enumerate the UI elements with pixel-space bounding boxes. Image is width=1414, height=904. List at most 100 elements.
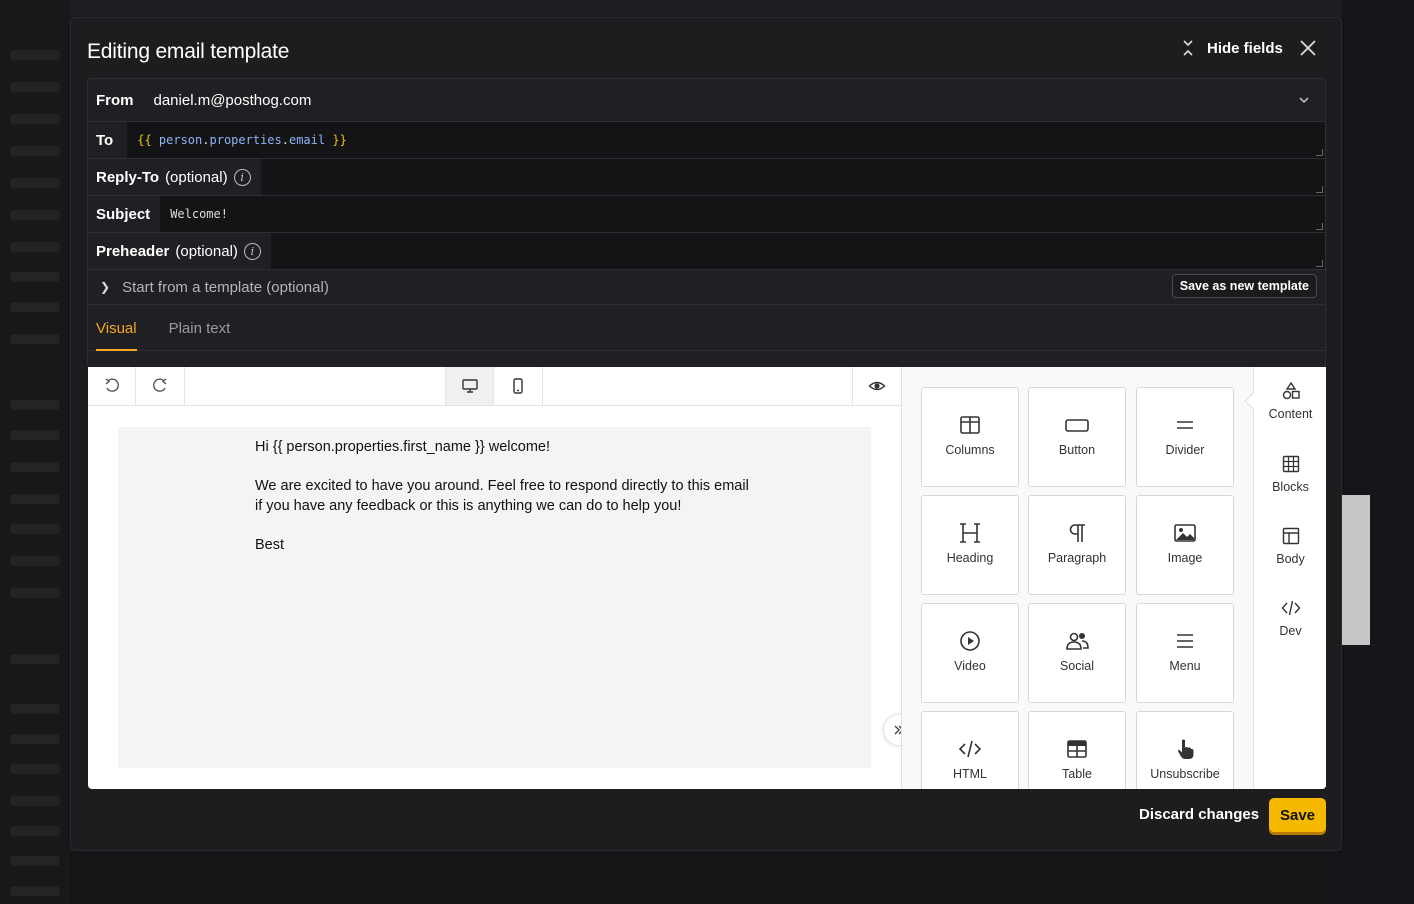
template-brace: {{: [137, 133, 152, 147]
background-sidebar: [0, 0, 70, 904]
tile-label: Social: [1059, 659, 1095, 673]
tile-social[interactable]: Social: [1028, 603, 1126, 703]
email-greeting: Hi {{ person.properties.first_name }} we…: [255, 439, 550, 455]
to-input[interactable]: {{ person. properties. email }}: [127, 122, 1325, 158]
preheader-input[interactable]: [270, 233, 1325, 269]
info-icon[interactable]: i: [243, 242, 261, 260]
chevron-down-icon[interactable]: [1297, 93, 1311, 107]
tile-paragraph[interactable]: Paragraph: [1028, 495, 1126, 595]
desktop-icon: [461, 379, 478, 393]
tile-label: Columns: [945, 443, 995, 457]
redo-icon: [153, 378, 167, 392]
tile-unsubscribe[interactable]: Unsubscribe: [1136, 711, 1234, 789]
subject-field: Subject Welcome!: [88, 196, 1325, 233]
tile-columns[interactable]: Columns: [921, 387, 1019, 487]
discard-changes-button[interactable]: Discard changes: [1139, 806, 1259, 823]
to-field: To {{ person. properties. email }}: [88, 122, 1325, 159]
tile-label: Paragraph: [1047, 551, 1107, 565]
tile-label: Image: [1167, 551, 1203, 565]
shapes-icon: [1282, 381, 1300, 400]
to-label: To: [96, 131, 114, 149]
email-paragraph: We are excited to have you around. Feel …: [255, 478, 749, 514]
optional-label: (optional): [165, 168, 228, 186]
editor-toolbar: [88, 367, 901, 406]
body-icon: [1282, 527, 1299, 545]
content-panel: Columns Button Divider Heading Paragraph…: [901, 367, 1253, 789]
template-token: person: [158, 133, 203, 147]
tile-label: Unsubscribe: [1150, 767, 1220, 781]
tile-table[interactable]: Table: [1028, 711, 1126, 789]
tile-menu[interactable]: Menu: [1136, 603, 1234, 703]
chevron-right-icon: ❯: [100, 280, 111, 294]
background-card: [1342, 495, 1370, 645]
subject-label: Subject: [96, 205, 151, 223]
pointer-icon: [1178, 739, 1194, 759]
image-icon: [1174, 524, 1196, 542]
mobile-icon: [513, 378, 523, 394]
tile-label: Video: [954, 659, 986, 673]
hide-fields-label: Hide fields: [1207, 39, 1283, 57]
background-bottom: [70, 851, 1342, 904]
tab-visual[interactable]: Visual: [96, 305, 137, 351]
edit-template-modal: Editing email template Hide fields From …: [70, 17, 1342, 851]
blocks-icon: [1282, 455, 1299, 473]
tab-plain-text[interactable]: Plain text: [169, 305, 231, 350]
rail-item-content[interactable]: Content: [1254, 381, 1326, 421]
tile-label: Table: [1062, 767, 1092, 781]
subject-input[interactable]: Welcome!: [160, 196, 1325, 232]
table-icon: [1067, 740, 1087, 758]
video-icon: [960, 631, 980, 651]
reply-to-input[interactable]: [260, 159, 1325, 195]
from-value: daniel.m@posthog.com: [153, 91, 312, 109]
code-icon: [1281, 600, 1300, 616]
preheader-label: Preheader: [96, 242, 170, 260]
hide-fields-button[interactable]: Hide fields: [1181, 38, 1283, 58]
tile-divider[interactable]: Divider: [1136, 387, 1234, 487]
mobile-view-button[interactable]: [494, 367, 543, 405]
tile-button[interactable]: Button: [1028, 387, 1126, 487]
template-selector-label: Start from a template (optional): [122, 278, 329, 296]
rail-item-body[interactable]: Body: [1254, 526, 1326, 566]
reply-to-field: Reply-To (optional) i: [88, 159, 1325, 196]
rail-label: Content: [1268, 407, 1313, 421]
tile-label: Button: [1058, 443, 1096, 457]
email-fields: From daniel.m@posthog.com To {{ person. p…: [87, 78, 1326, 368]
save-button[interactable]: Save: [1269, 798, 1326, 832]
rail-item-blocks[interactable]: Blocks: [1254, 454, 1326, 494]
rail-item-dev[interactable]: Dev: [1254, 598, 1326, 638]
preheader-field: Preheader (optional) i: [88, 233, 1325, 270]
template-brace: }}: [332, 133, 347, 147]
email-body[interactable]: Hi {{ person.properties.first_name }} we…: [255, 437, 755, 574]
tile-label: Divider: [1165, 443, 1205, 457]
save-as-template-button[interactable]: Save as new template: [1171, 274, 1317, 298]
close-icon[interactable]: [1297, 37, 1319, 59]
divider-icon: [1177, 421, 1193, 429]
tile-image[interactable]: Image: [1136, 495, 1234, 595]
template-selector[interactable]: ❯ Start from a template (optional) Save …: [88, 270, 1325, 305]
redo-button[interactable]: [136, 367, 185, 405]
editor-tabs: Visual Plain text: [88, 305, 1325, 351]
tile-video[interactable]: Video: [921, 603, 1019, 703]
background-right-panel: [1342, 0, 1414, 904]
paragraph-icon: [1069, 524, 1085, 542]
email-canvas[interactable]: Hi {{ person.properties.first_name }} we…: [118, 427, 871, 768]
button-icon: [1065, 419, 1089, 432]
template-token: properties: [209, 133, 282, 147]
menu-icon: [1177, 634, 1193, 648]
tile-label: Heading: [946, 551, 994, 565]
info-icon[interactable]: i: [233, 168, 251, 186]
rail-label: Blocks: [1272, 480, 1309, 494]
template-token: email: [288, 133, 326, 147]
email-signoff: Best: [255, 537, 285, 553]
tile-label: Menu: [1169, 659, 1201, 673]
from-field[interactable]: From daniel.m@posthog.com: [88, 79, 1325, 122]
social-icon: [1066, 632, 1089, 650]
tile-heading[interactable]: Heading: [921, 495, 1019, 595]
desktop-view-button[interactable]: [445, 367, 494, 405]
modal-title: Editing email template: [87, 40, 290, 63]
collapse-icon: [1183, 40, 1193, 56]
undo-button[interactable]: [88, 367, 136, 405]
undo-icon: [105, 378, 119, 392]
tile-html[interactable]: HTML: [921, 711, 1019, 789]
preview-button[interactable]: [852, 367, 901, 405]
